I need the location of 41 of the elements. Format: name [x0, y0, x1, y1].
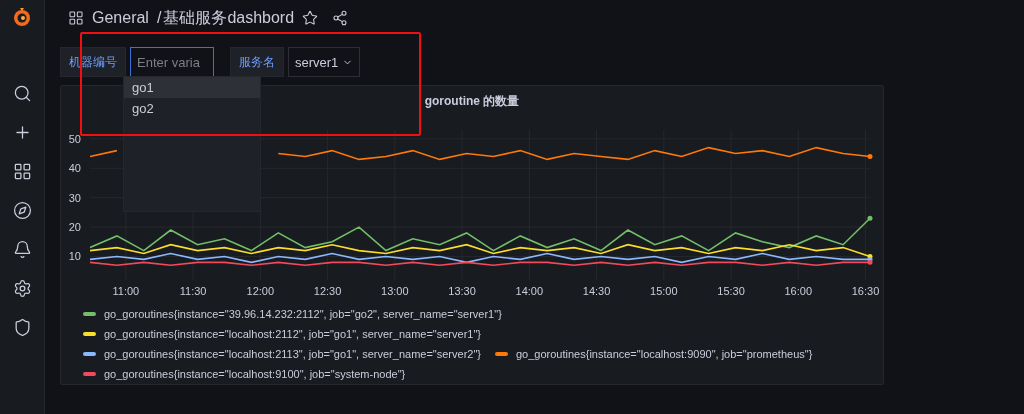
breadcrumb-folder[interactable]: General: [92, 9, 149, 27]
axis-label: 15:30: [717, 285, 745, 297]
legend-label[interactable]: go_goroutines{instance="localhost:9100", job="system-node"}: [104, 368, 406, 380]
axis-label: 13:00: [381, 285, 409, 297]
variable-label: 机器编号: [60, 47, 126, 77]
grid-icon[interactable]: [68, 10, 84, 26]
axis-label: 12:30: [313, 285, 342, 297]
grid-icon[interactable]: [12, 162, 32, 181]
axis-label: 14:30: [582, 285, 611, 297]
dropdown-option[interactable]: go1: [124, 77, 260, 98]
axis-label: 30: [68, 191, 81, 204]
search-icon[interactable]: [12, 84, 32, 103]
compass-icon[interactable]: [12, 201, 32, 220]
axis-label: 20: [68, 221, 81, 234]
variable-label: 服务名: [230, 47, 284, 77]
axis-label: 12:00: [246, 285, 275, 297]
panel-title: goroutine 的数量: [424, 93, 520, 110]
axis-label: 11:00: [112, 285, 140, 297]
axis-label: 11:30: [179, 285, 207, 297]
legend-label[interactable]: go_goroutines{instance="localhost:9090", job="prometheus"}: [516, 348, 813, 360]
axis-label: 16:30: [851, 285, 880, 297]
dashboard-title: 基础服务dashbord: [163, 7, 295, 28]
axis-label: 50: [68, 132, 81, 145]
logo-icon[interactable]: [11, 6, 33, 28]
share-icon[interactable]: [332, 10, 349, 26]
axis-label: 13:30: [448, 285, 476, 297]
legend-label[interactable]: go_goroutines{instance="localhost:2113", job="go1", server_name="server2"}: [104, 348, 481, 360]
dropdown-option[interactable]: go2: [124, 98, 260, 119]
axis-label: 10: [68, 250, 81, 263]
settings-icon[interactable]: [12, 279, 32, 298]
legend-label[interactable]: go_goroutines{instance="39.96.14.232:2112", job="go2", server_name="server1"}: [104, 308, 502, 320]
legend-label[interactable]: go_goroutines{instance="localhost:2112", job="go1", server_name="server1"}: [104, 328, 481, 340]
axis-label: 40: [68, 162, 81, 175]
variable-input[interactable]: Enter varia: [130, 47, 214, 77]
axis-label: 14:00: [515, 285, 544, 297]
axis-label: 15:00: [650, 285, 678, 297]
bell-icon[interactable]: [12, 240, 32, 259]
axis-label: 16:00: [784, 285, 813, 297]
star-icon[interactable]: [302, 10, 319, 26]
breadcrumb-separator: /: [156, 9, 162, 27]
variable-select[interactable]: server1: [288, 47, 361, 77]
